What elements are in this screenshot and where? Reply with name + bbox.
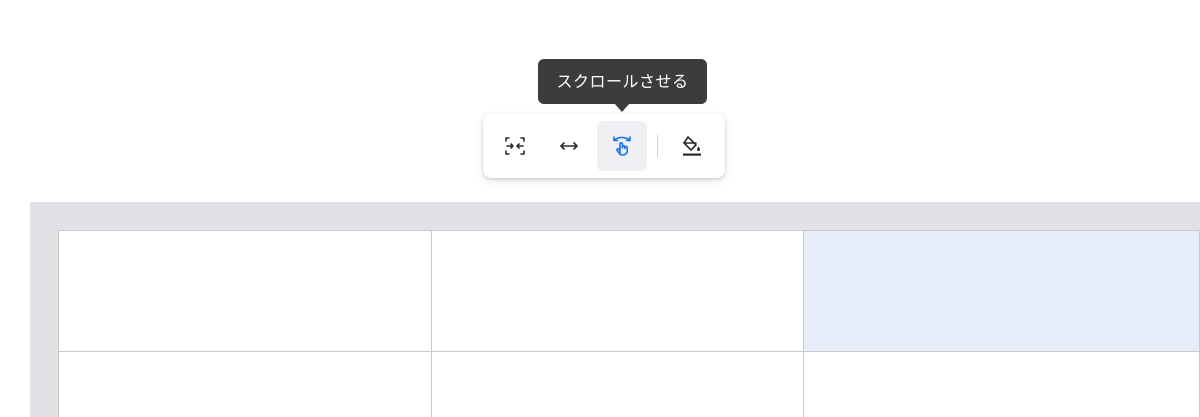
tooltip-text: スクロールさせる [556, 72, 689, 91]
scroll-gesture-icon [613, 136, 631, 156]
fill-color-icon [683, 136, 701, 156]
table-cell-r1-c2[interactable] [432, 231, 804, 352]
fit-to-page-icon [505, 137, 525, 155]
toolbar-divider [657, 135, 658, 157]
tooltip-arrow [614, 103, 630, 112]
table-cell-r2-c1[interactable] [59, 352, 432, 417]
table-layout-toolbar [483, 114, 725, 178]
fill-color-button[interactable] [667, 121, 717, 171]
table-cell-r2-c2[interactable] [432, 352, 804, 417]
canvas: スクロールさせる [0, 0, 1200, 417]
table-cell-r1-c1[interactable] [59, 231, 432, 352]
table-frame [30, 202, 1200, 417]
fit-to-page-button[interactable] [490, 121, 540, 171]
tooltip: スクロールさせる [538, 59, 707, 104]
scroll-button[interactable] [597, 121, 647, 171]
full-width-button[interactable] [544, 121, 594, 171]
table-cell-r1-c3-selected[interactable] [804, 231, 1200, 352]
table-grid [58, 230, 1200, 417]
full-width-icon [560, 142, 578, 150]
table-cell-r2-c3[interactable] [804, 352, 1200, 417]
